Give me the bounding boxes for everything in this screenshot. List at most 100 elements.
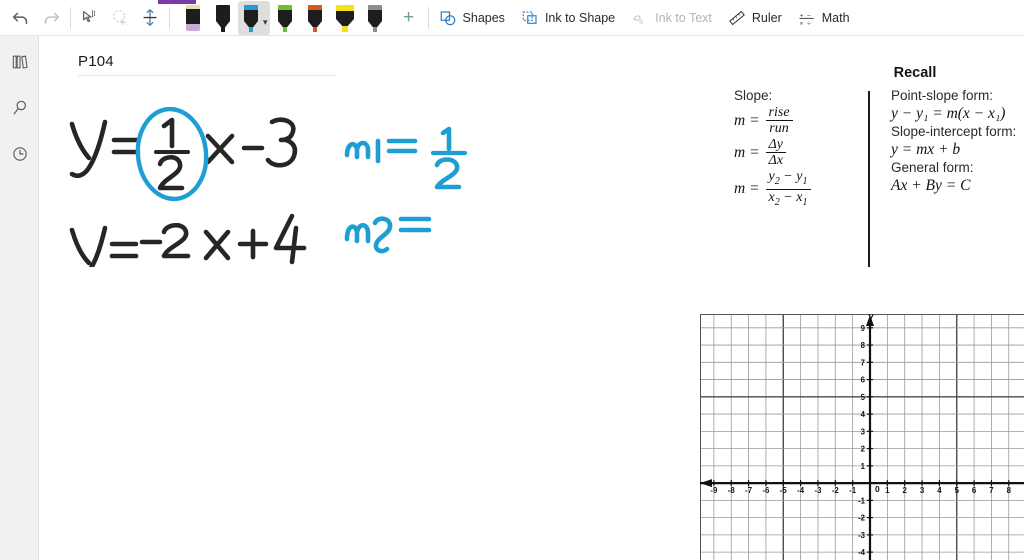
ink-to-text-button[interactable]: a Ink to Text [625,1,722,35]
svg-text:4: 4 [861,410,866,419]
recall-panel: Recall Slope: m = rise run m = Δy Δx m =… [690,65,1024,267]
formula-2-denominator: Δx [768,153,783,168]
formula-1-denominator: run [769,121,789,136]
shapes-icon [440,10,455,25]
handwriting-slopes-layer [344,126,468,254]
shapes-button[interactable]: Shapes [433,1,515,35]
ruler-button[interactable]: Ruler [722,1,792,35]
slope-formula-1: m = rise run [734,105,835,136]
page-title-underline [78,75,336,76]
insert-space-icon [143,8,157,26]
svg-text:-5: -5 [780,486,788,495]
undo-icon [12,12,28,24]
recall-divider [868,91,870,267]
recall-right-column: Point-slope form: y − y₁ = m(x − x₁) Slo… [869,87,1016,210]
formula-3-numerator: y2 − y1 [765,169,811,190]
slope-formula-2: m = Δy Δx [734,137,835,168]
notebooks-icon [12,55,28,69]
svg-text:-4: -4 [797,486,805,495]
svg-text:-9: -9 [710,486,718,495]
search-icon [13,100,26,115]
ink-to-text-icon: a [633,14,643,25]
recall-title: Recall [893,65,937,81]
page-title-area[interactable]: P104 [78,53,336,76]
svg-text:5: 5 [955,486,960,495]
toolbar-divider-3 [427,6,429,29]
svg-text:-1: -1 [858,496,866,505]
svg-text:2: 2 [903,486,908,495]
general-form-formula: Ax + By = C [891,177,971,194]
svg-text:a: a [639,16,643,25]
add-pen-button[interactable]: + [394,1,424,35]
toolbar-divider-2 [169,6,170,29]
slope-intercept-heading: Slope-intercept form: [891,124,1017,139]
highlighter-icon [334,3,356,33]
ink-to-shape-label: Ink to Shape [544,10,616,25]
pen-black[interactable] [208,1,238,35]
svg-text:-7: -7 [745,486,752,495]
svg-text:6: 6 [861,376,866,385]
svg-text:3: 3 [920,486,925,495]
svg-text:7: 7 [989,486,993,495]
point-slope-heading: Point-slope form: [891,88,994,103]
pen-orange[interactable] [300,1,330,35]
redo-icon [44,12,60,24]
ruler-icon [728,10,745,25]
svg-text:0: 0 [875,484,880,494]
top-toolbar: I I ▾ + Shapes Ink to Shape a Ink to Tex… [0,0,1024,36]
svg-text:8: 8 [861,341,866,350]
pen-icon [274,3,296,33]
sidebar-item-search[interactable] [0,90,39,126]
pencil-icon [182,3,204,33]
ink-to-text-label: Ink to Text [655,10,712,25]
math-button[interactable]: + − × ÷ Math [792,1,860,35]
add-selection-button[interactable] [105,1,135,35]
redo-button[interactable] [36,1,66,35]
coordinate-grid-svg: XY-9-8-7-6-5-4-3-2-10123456789987654321-… [700,313,1024,560]
pen-icon [364,3,386,33]
formula-2-numerator: Δy [765,137,786,153]
svg-text:4: 4 [937,486,942,495]
add-selection-icon [112,9,126,25]
pen-icon [240,3,262,33]
lasso-select-button[interactable]: I I [75,1,105,35]
point-slope-formula: y − y₁ = m(x − x₁) [891,105,1006,122]
pen-icon [212,3,234,33]
svg-text:-2: -2 [858,514,866,523]
pen-green[interactable] [270,1,300,35]
undo-button[interactable] [6,1,36,35]
svg-text:-3: -3 [814,486,822,495]
highlighter-yellow[interactable] [330,1,360,35]
recall-left-column: Slope: m = rise run m = Δy Δx m = y2 − y… [690,87,835,210]
toolbar-divider-1 [70,6,71,29]
svg-text:I: I [93,9,96,18]
sidebar-item-notebooks[interactable] [0,44,39,80]
circle-annotation [135,106,209,202]
svg-text:-2: -2 [832,486,840,495]
slope-formula-3: m = y2 − y1 x2 − x1 [734,169,835,210]
math-icon: + − × ÷ [799,12,814,27]
svg-text:÷: ÷ [807,20,811,27]
pen-grey[interactable] [360,1,390,35]
note-canvas[interactable]: P104 Recall Slope: m = rise run m = Δy Δ… [40,37,1024,560]
svg-text:×: × [799,20,803,27]
pen-pencil-lavender[interactable] [178,1,208,35]
svg-text:-3: -3 [858,531,866,540]
sidebar-item-recent[interactable] [0,136,39,172]
page-title[interactable]: P104 [78,53,336,75]
ink-to-shape-button[interactable]: Ink to Shape [515,1,625,35]
pen-icon [304,3,326,33]
chevron-down-icon[interactable]: ▾ [263,17,268,28]
svg-text:Y: Y [868,314,874,323]
formula-3-denominator: x2 − x1 [768,189,808,208]
pen-blue-selected[interactable]: ▾ [238,0,270,35]
ruler-label: Ruler [751,10,782,25]
general-form-heading: General form: [891,160,974,175]
svg-text:3: 3 [861,427,866,436]
svg-text:6: 6 [972,486,977,495]
insert-space-button[interactable] [135,1,165,35]
ink-to-shape-icon [522,10,537,24]
left-sidebar [0,36,39,560]
coordinate-grid-image[interactable]: XY-9-8-7-6-5-4-3-2-10123456789987654321-… [700,313,1024,560]
clock-icon [12,147,27,161]
